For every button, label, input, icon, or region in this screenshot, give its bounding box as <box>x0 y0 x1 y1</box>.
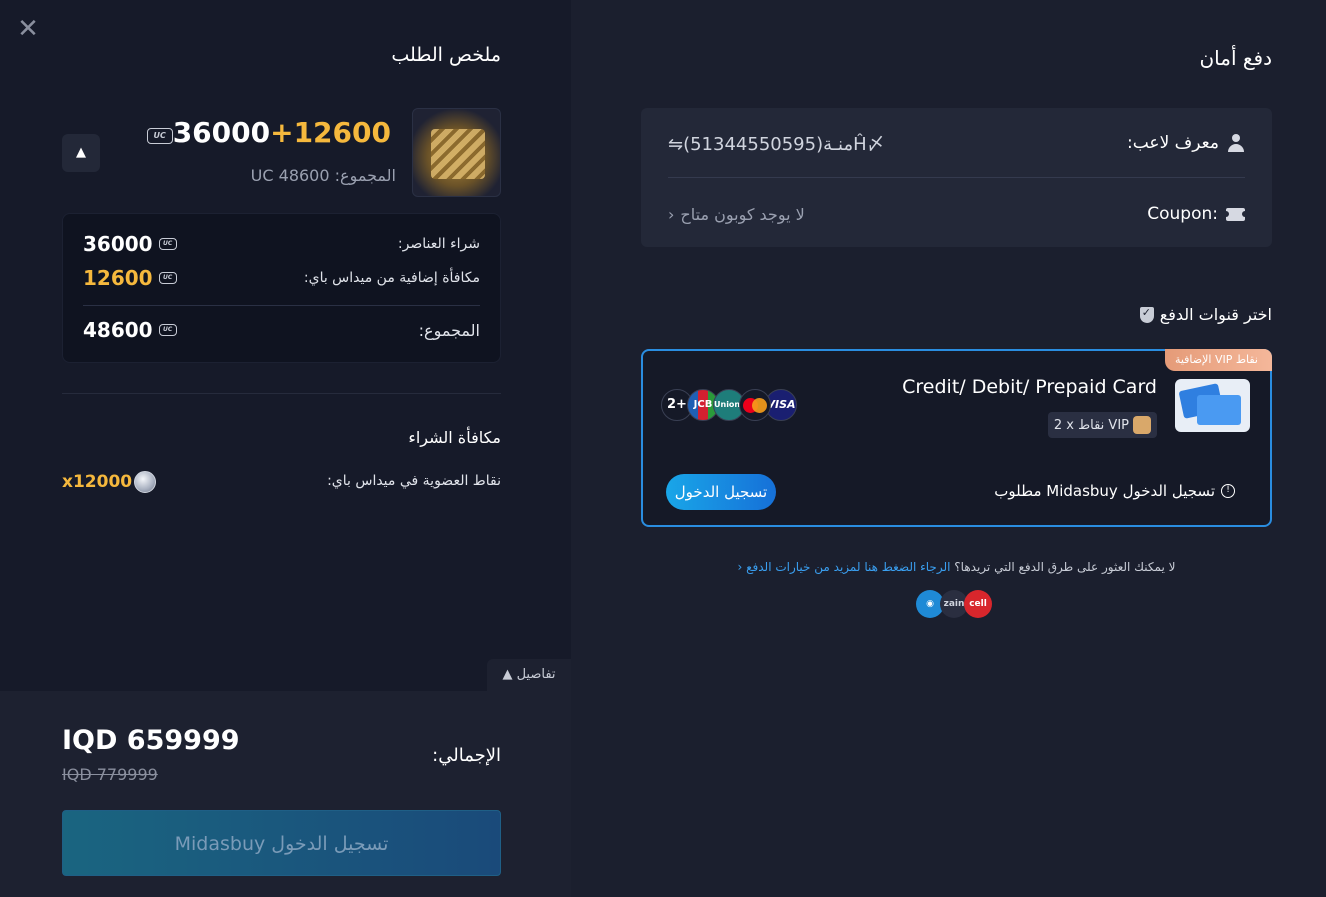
more-options-text: لا يمكنك العثور على طرق الدفع التي تريده… <box>954 560 1176 574</box>
player-id-label: معرف لاعب: <box>1127 133 1219 153</box>
close-icon[interactable]: ✕ <box>14 16 42 44</box>
items-value: 36000 <box>83 232 153 256</box>
breakdown-divider <box>83 305 480 306</box>
points-coin-icon <box>134 471 157 493</box>
wallet-logos: ◉ zain cell <box>916 590 992 618</box>
coupon-value[interactable]: لا يوجد كوبون متاح ‹ <box>668 205 805 224</box>
coupon-row[interactable]: لا يوجد كوبون متاح ‹ Coupon: <box>668 199 1248 229</box>
details-toggle[interactable]: تفاصيل ▲ <box>487 659 571 691</box>
player-info-card: ⇋(51344550595)ﻣﻨـﺔĤ〆 معرف لاعب: لا يوجد … <box>641 108 1272 247</box>
price-breakdown: 36000 UC شراء العناصر: 12600 UC مكافأة إضا… <box>62 213 501 363</box>
card-login-button[interactable]: تسجيل الدخول <box>666 474 776 510</box>
uc-icon: UC <box>146 128 173 144</box>
collapse-button[interactable]: ▲ <box>62 134 100 172</box>
uc-icon: UC <box>158 272 177 284</box>
ticket-icon <box>1223 207 1248 221</box>
card-option-name: Credit/ Debit/ Prepaid Card <box>902 376 1157 398</box>
info-divider <box>668 177 1245 178</box>
card-payment-option[interactable]: نقاط VIP الإضافية Credit/ Debit/ Prepaid… <box>641 349 1272 527</box>
coupon-status: لا يوجد كوبون متاح <box>680 204 805 224</box>
player-id-value[interactable]: ⇋(51344550595)ﻣﻨـﺔĤ〆 <box>668 130 885 156</box>
base-amount: 36000 <box>172 116 271 149</box>
breakdown-total-value: 48600 <box>83 318 153 342</box>
original-price: IQD 779999 <box>62 765 158 784</box>
items-label: شراء العناصر: <box>397 236 480 252</box>
card-brand-logos: 2+ JCB UnionPay VISA <box>661 389 797 421</box>
membership-points-label: نقاط العضوية في ميداس باي: <box>327 473 501 489</box>
grand-total-label: الإجمالي: <box>432 745 501 766</box>
player-id-row: ⇋(51344550595)ﻣﻨـﺔĤ〆 معرف لاعب: <box>668 128 1245 158</box>
vip-multiplier-text: 2 x نقاط VIP <box>1053 417 1129 433</box>
section-divider <box>62 393 501 394</box>
vip-multiplier-badge: 2 x نقاط VIP <box>1047 412 1157 438</box>
login-required-note: ! تسجيل الدخول Midasbuy مطلوب <box>994 482 1235 500</box>
midasbuy-login-button[interactable]: تسجيل الدخول Midasbuy <box>62 810 501 876</box>
membership-points-value: x12000 <box>62 471 157 493</box>
mastercard-logo <box>739 389 771 421</box>
bonus-label: مكافأة إضافية من ميداس باي: <box>303 270 480 286</box>
chevron-left-icon: ‹ <box>668 204 675 224</box>
secure-payment-title: دفع أمان <box>1199 46 1272 70</box>
login-required-text: تسجيل الدخول Midasbuy مطلوب <box>994 482 1215 500</box>
product-total-value: UC 48600 <box>250 166 330 185</box>
coupon-label-wrap: Coupon: <box>1147 204 1248 224</box>
coupon-label: Coupon: <box>1147 204 1218 224</box>
vip-icon <box>1133 416 1151 434</box>
uc-icon: UC <box>158 324 177 336</box>
purchase-reward-title: مكافأة الشراء <box>408 428 501 447</box>
checkout-bar: الإجمالي: IQD 659999 IQD 779999 تسجيل ال… <box>0 691 571 897</box>
channels-title-text: اختر قنوات الدفع <box>1159 305 1272 324</box>
breakdown-row-items: 36000 UC شراء العناصر: <box>83 230 480 258</box>
breakdown-row-total: 48600 UC المجموع: <box>83 316 480 344</box>
more-options-link[interactable]: الرجاء الضغط هنا لمزيد من خيارات الدفع ‹ <box>738 560 951 574</box>
product-total: المجموع: UC 48600 <box>251 166 396 185</box>
secure-payment-panel: دفع أمان ⇋(51344550595)ﻣﻨـﺔĤ〆 معرف لاعب:… <box>571 0 1326 897</box>
shield-check-icon <box>1139 306 1154 323</box>
breakdown-row-bonus: 12600 UC مكافأة إضافية من ميداس باي: <box>83 264 480 292</box>
uc-pack-image <box>412 108 501 197</box>
breakdown-total-label: المجموع: <box>418 320 480 340</box>
player-id-label-wrap: معرف لاعب: <box>1127 133 1245 153</box>
points-amount: x12000 <box>62 472 133 492</box>
order-summary-title: ملخص الطلب <box>391 44 501 66</box>
credit-card-icon <box>1175 379 1250 432</box>
user-icon <box>1227 134 1245 152</box>
bonus-value: 12600 <box>83 266 153 290</box>
cell-logo: cell <box>964 590 992 618</box>
order-summary-panel: ✕ ملخص الطلب UC 36000+12600 المجموع: UC 4… <box>0 0 571 897</box>
plus-sign: + <box>270 116 294 149</box>
vip-bonus-ribbon: نقاط VIP الإضافية <box>1164 349 1272 371</box>
product-amount: UC 36000+12600 <box>141 116 391 149</box>
product-total-label: المجموع: <box>334 166 396 185</box>
info-icon: ! <box>1221 484 1235 498</box>
uc-icon: UC <box>158 238 177 250</box>
grand-total-price: IQD 659999 <box>62 725 240 756</box>
bonus-amount: 12600 <box>293 116 391 149</box>
payment-channels-title: اختر قنوات الدفع <box>1139 305 1272 324</box>
more-payment-options: لا يمكنك العثور على طرق الدفع التي تريده… <box>641 560 1272 574</box>
